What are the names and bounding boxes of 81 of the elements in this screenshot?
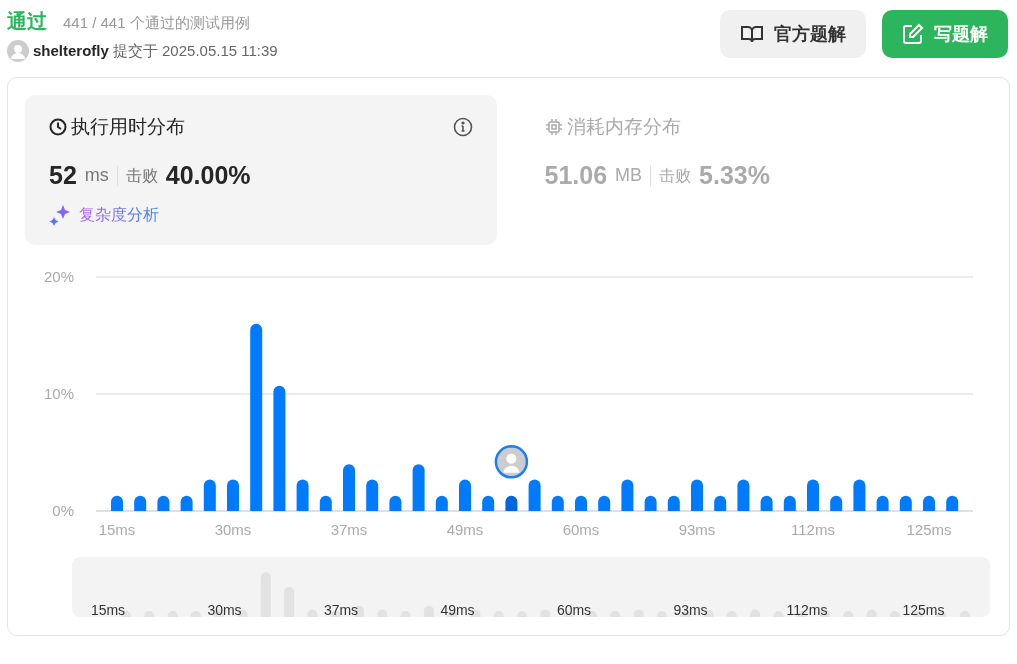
- edit-icon: [902, 23, 924, 45]
- beats-label: 击败: [659, 165, 692, 186]
- bar[interactable]: [830, 495, 843, 511]
- clock-icon: [49, 117, 67, 136]
- bar[interactable]: [621, 478, 634, 511]
- bar[interactable]: [575, 495, 587, 511]
- overview-axis-label: 112ms: [786, 601, 828, 617]
- testcase-count: 441 / 441 个通过的测试用例: [63, 13, 250, 33]
- info-icon[interactable]: [452, 116, 473, 137]
- bar[interactable]: [667, 495, 680, 511]
- range-overview[interactable]: 15ms 30ms 37ms 49ms 60ms 93ms 112ms 125ms: [72, 556, 990, 617]
- bar[interactable]: [876, 495, 889, 511]
- x-axis-label: 125ms: [906, 520, 952, 538]
- overview-axis-label: 49ms: [440, 601, 475, 617]
- bar[interactable]: [343, 463, 355, 511]
- x-axis-label: 93ms: [678, 520, 716, 538]
- x-axis-label: 112ms: [791, 520, 835, 538]
- bar[interactable]: [366, 478, 379, 511]
- metric-value: 51.06: [544, 160, 608, 191]
- bar[interactable]: [737, 478, 750, 511]
- bar[interactable]: [482, 495, 495, 511]
- bar[interactable]: [807, 478, 819, 511]
- bar[interactable]: [714, 495, 727, 511]
- bar[interactable]: [644, 495, 657, 511]
- y-axis-label: 0%: [52, 501, 74, 519]
- overview-axis-label: 60ms: [556, 601, 592, 617]
- bar[interactable]: [435, 495, 448, 511]
- bar[interactable]: [923, 495, 935, 511]
- metric-unit: MB: [615, 164, 643, 188]
- bar[interactable]: [853, 478, 866, 511]
- bar[interactable]: [783, 495, 796, 511]
- bar[interactable]: [505, 495, 518, 511]
- book-icon: [740, 24, 764, 44]
- official-solution-button[interactable]: 官方题解: [720, 10, 866, 58]
- y-axis-label: 10%: [43, 384, 74, 402]
- beats-percentage: 40.00%: [165, 160, 251, 191]
- bar[interactable]: [760, 495, 773, 511]
- overview-axis-label: 37ms: [323, 601, 359, 617]
- sparkle-icon: [49, 203, 71, 226]
- x-axis-label: 15ms: [98, 520, 136, 538]
- bar[interactable]: [946, 495, 959, 511]
- panel-title: 执行用时分布: [71, 114, 185, 139]
- bar[interactable]: [250, 323, 263, 511]
- overview-axis-label: 93ms: [673, 601, 708, 617]
- status-label: 通过: [7, 9, 47, 34]
- submit-time: 提交于 2025.05.15 11:39: [112, 41, 278, 61]
- panel-title: 消耗内存分布: [566, 114, 681, 139]
- beats-label: 击败: [125, 165, 158, 186]
- bar[interactable]: [319, 495, 332, 511]
- chip-icon: [544, 117, 563, 136]
- bar[interactable]: [389, 495, 402, 511]
- bar[interactable]: [528, 478, 541, 511]
- overview-axis-label: 125ms: [902, 601, 945, 617]
- bar[interactable]: [180, 495, 193, 511]
- x-axis-label: 60ms: [562, 520, 600, 538]
- metric-value: 52: [49, 160, 77, 191]
- beats-percentage: 5.33%: [699, 160, 770, 191]
- bar[interactable]: [899, 495, 912, 511]
- bar[interactable]: [134, 495, 147, 511]
- username-link[interactable]: shelterofly: [33, 40, 109, 63]
- x-axis-label: 30ms: [214, 520, 252, 538]
- overview-axis-label: 30ms: [207, 601, 242, 617]
- bar[interactable]: [273, 385, 286, 511]
- bar[interactable]: [598, 495, 611, 511]
- bar[interactable]: [227, 478, 239, 511]
- bar[interactable]: [691, 478, 703, 511]
- runtime-panel[interactable]: 执行用时分布 52 ms 击败 40.00% 复杂度分析: [25, 94, 497, 245]
- metric-unit: ms: [84, 164, 109, 188]
- x-axis-label: 49ms: [446, 520, 484, 538]
- bar[interactable]: [203, 478, 216, 511]
- bar[interactable]: [551, 495, 564, 511]
- avatar-icon: [7, 40, 29, 63]
- bar[interactable]: [111, 495, 123, 511]
- bar[interactable]: [412, 463, 425, 511]
- bar[interactable]: [157, 495, 170, 511]
- user-avatar-marker: [494, 444, 529, 479]
- bar[interactable]: [459, 478, 471, 511]
- y-axis-label: 20%: [43, 267, 74, 285]
- bar[interactable]: [296, 478, 309, 511]
- x-axis-label: 37ms: [330, 520, 368, 538]
- overview-axis-label: 15ms: [90, 601, 126, 617]
